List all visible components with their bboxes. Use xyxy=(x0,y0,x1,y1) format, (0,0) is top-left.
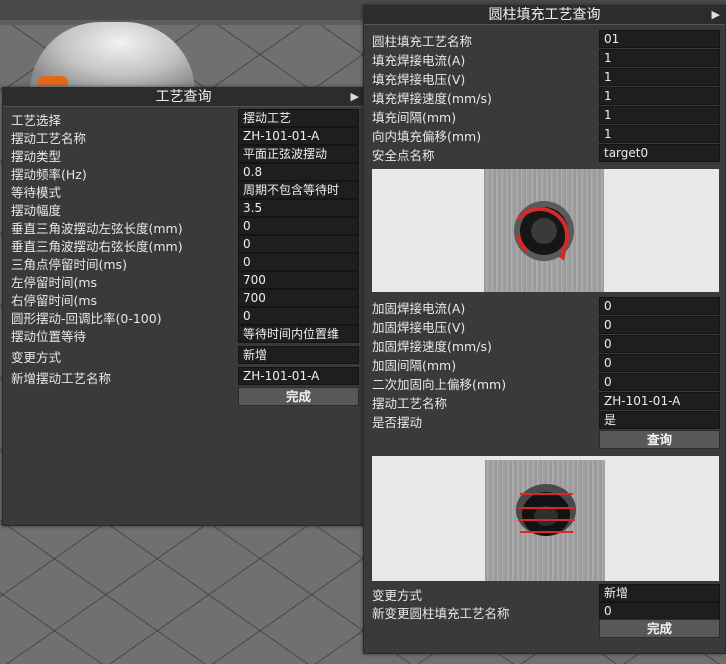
form-row: 摆动频率(Hz) 0.8 xyxy=(3,163,364,182)
form-row: 加固焊接速度(mm/s) 0 xyxy=(364,335,725,354)
field-label: 加固焊接电压(V) xyxy=(372,320,466,335)
form-row: 向内填充偏移(mm) 1 xyxy=(364,125,725,144)
panel-title: 工艺查询 xyxy=(155,89,212,105)
form-row: 填充焊接电压(V) 1 xyxy=(364,68,725,87)
field-value[interactable]: 1 xyxy=(599,49,720,67)
form-row: 摆动幅度 3.5 xyxy=(3,199,364,218)
field-label: 填充间隔(mm) xyxy=(372,110,457,125)
field-value[interactable]: 新增 xyxy=(599,584,720,602)
field-label: 二次加固向上偏移(mm) xyxy=(372,377,507,392)
form-row: 变更方式 新增 xyxy=(3,346,364,365)
field-label: 向内填充偏移(mm) xyxy=(372,129,482,144)
form-row: 左停留时间(ms 700 xyxy=(3,271,364,290)
field-label: 填充焊接速度(mm/s) xyxy=(372,91,492,106)
form-row: 变更方式 新增 xyxy=(364,584,725,603)
panel-title-bar: 圆柱填充工艺查询 ▶ xyxy=(364,6,725,25)
form-row: 摆动工艺名称 ZH-101-01-A xyxy=(3,127,364,146)
form-row: 加固焊接电流(A) 0 xyxy=(364,297,725,316)
panel-title-bar: 工艺查询 ▶ xyxy=(3,88,364,107)
form-row: 是否摆动 是 xyxy=(364,411,725,430)
form-row: 填充间隔(mm) 1 xyxy=(364,106,725,125)
form-row: 新变更圆柱填充工艺名称 0 xyxy=(364,602,725,621)
form-row: 安全点名称 target0 xyxy=(364,144,725,163)
field-value[interactable]: 平面正弦波摆动 xyxy=(238,145,359,163)
field-label: 变更方式 xyxy=(11,350,62,365)
expand-arrow-icon[interactable]: ▶ xyxy=(351,88,359,106)
field-value[interactable]: 700 xyxy=(238,271,359,289)
field-value[interactable]: 0 xyxy=(599,354,720,372)
field-label: 填充焊接电流(A) xyxy=(372,53,466,68)
form-row: 工艺选择 摆动工艺 xyxy=(3,109,364,128)
workpiece-highlight xyxy=(38,76,68,86)
field-value[interactable]: 0 xyxy=(238,307,359,325)
field-value[interactable]: 周期不包含等待时 xyxy=(238,181,359,199)
field-label: 加固焊接电流(A) xyxy=(372,301,466,316)
field-value[interactable]: 0 xyxy=(599,602,720,620)
form-row: 等待模式 周期不包含等待时 xyxy=(3,181,364,200)
field-value[interactable]: target0 xyxy=(599,144,720,162)
field-value[interactable]: 是 xyxy=(599,411,720,429)
form-row: 二次加固向上偏移(mm) 0 xyxy=(364,373,725,392)
field-value[interactable]: 700 xyxy=(238,289,359,307)
form-row: 加固焊接电压(V) 0 xyxy=(364,316,725,335)
form-row: 摆动工艺名称 ZH-101-01-A xyxy=(364,392,725,411)
field-value[interactable]: 1 xyxy=(599,125,720,143)
field-value[interactable]: 01 xyxy=(599,30,720,48)
form-row: 填充焊接电流(A) 1 xyxy=(364,49,725,68)
reinforce-hole-graphic xyxy=(516,484,576,536)
form-row: 圆形摆动-回调比率(0-100) 0 xyxy=(3,307,364,326)
field-value[interactable]: 等待时间内位置维 xyxy=(238,325,359,343)
field-label: 填充焊接电压(V) xyxy=(372,72,466,87)
field-value[interactable]: 0 xyxy=(599,373,720,391)
field-value[interactable]: ZH-101-01-A xyxy=(238,127,359,145)
form-row: 三角点停留时间(ms) 0 xyxy=(3,253,364,272)
field-value[interactable]: ZH-101-01-A xyxy=(599,392,720,410)
field-label: 摆动位置等待 xyxy=(11,329,87,344)
field-value[interactable]: 0 xyxy=(599,297,720,315)
field-value[interactable]: 0 xyxy=(599,335,720,353)
field-label: 是否摆动 xyxy=(372,415,423,430)
field-value[interactable]: 1 xyxy=(599,87,720,105)
form-row: 垂直三角波摆动右弦长度(mm) 0 xyxy=(3,235,364,254)
field-value[interactable]: 0 xyxy=(599,316,720,334)
reinforce-diagram-image xyxy=(372,456,719,581)
field-value[interactable]: 1 xyxy=(599,68,720,86)
field-label: 加固间隔(mm) xyxy=(372,358,457,373)
field-value[interactable]: 1 xyxy=(599,106,720,124)
form-row: 新增摆动工艺名称 ZH-101-01-A xyxy=(3,367,364,386)
field-value[interactable]: 新增 xyxy=(238,346,359,364)
field-value[interactable]: 0 xyxy=(238,217,359,235)
field-label: 加固焊接速度(mm/s) xyxy=(372,339,492,354)
query-button[interactable]: 查询 xyxy=(599,430,720,449)
field-value[interactable]: 3.5 xyxy=(238,199,359,217)
viewport-sub-bar xyxy=(0,20,363,25)
field-value[interactable]: 0.8 xyxy=(238,163,359,181)
form-row: 加固间隔(mm) 0 xyxy=(364,354,725,373)
field-value[interactable]: 摆动工艺 xyxy=(238,109,359,127)
done-button[interactable]: 完成 xyxy=(599,619,720,638)
cylinder-fill-query-panel: 圆柱填充工艺查询 ▶ 圆柱填充工艺名称 01 填充焊接电流(A) 1 填充焊接电压(V)… xyxy=(363,5,726,654)
form-row: 摆动类型 平面正弦波摆动 xyxy=(3,145,364,164)
field-label: 摆动工艺名称 xyxy=(372,396,448,411)
done-button[interactable]: 完成 xyxy=(238,387,359,406)
expand-arrow-icon[interactable]: ▶ xyxy=(712,6,720,24)
form-row: 右停留时间(ms 700 xyxy=(3,289,364,308)
form-row: 垂直三角波摆动左弦长度(mm) 0 xyxy=(3,217,364,236)
field-label: 圆柱填充工艺名称 xyxy=(372,34,473,49)
field-label: 新增摆动工艺名称 xyxy=(11,371,112,386)
form-row: 圆柱填充工艺名称 01 xyxy=(364,30,725,49)
form-row: 填充焊接速度(mm/s) 1 xyxy=(364,87,725,106)
field-label: 安全点名称 xyxy=(372,148,435,163)
weld-hole-graphic xyxy=(514,201,574,261)
field-label: 新变更圆柱填充工艺名称 xyxy=(372,606,510,621)
field-value[interactable]: 0 xyxy=(238,235,359,253)
field-value[interactable]: 0 xyxy=(238,253,359,271)
fill-diagram-image xyxy=(372,169,719,292)
process-query-panel: 工艺查询 ▶ 工艺选择 摆动工艺 摆动工艺名称 ZH-101-01-A 摆动类型 平面正弦… xyxy=(2,87,365,526)
form-row: 摆动位置等待 等待时间内位置维 xyxy=(3,325,364,344)
field-value[interactable]: ZH-101-01-A xyxy=(238,367,359,385)
panel-title: 圆柱填充工艺查询 xyxy=(488,7,601,23)
